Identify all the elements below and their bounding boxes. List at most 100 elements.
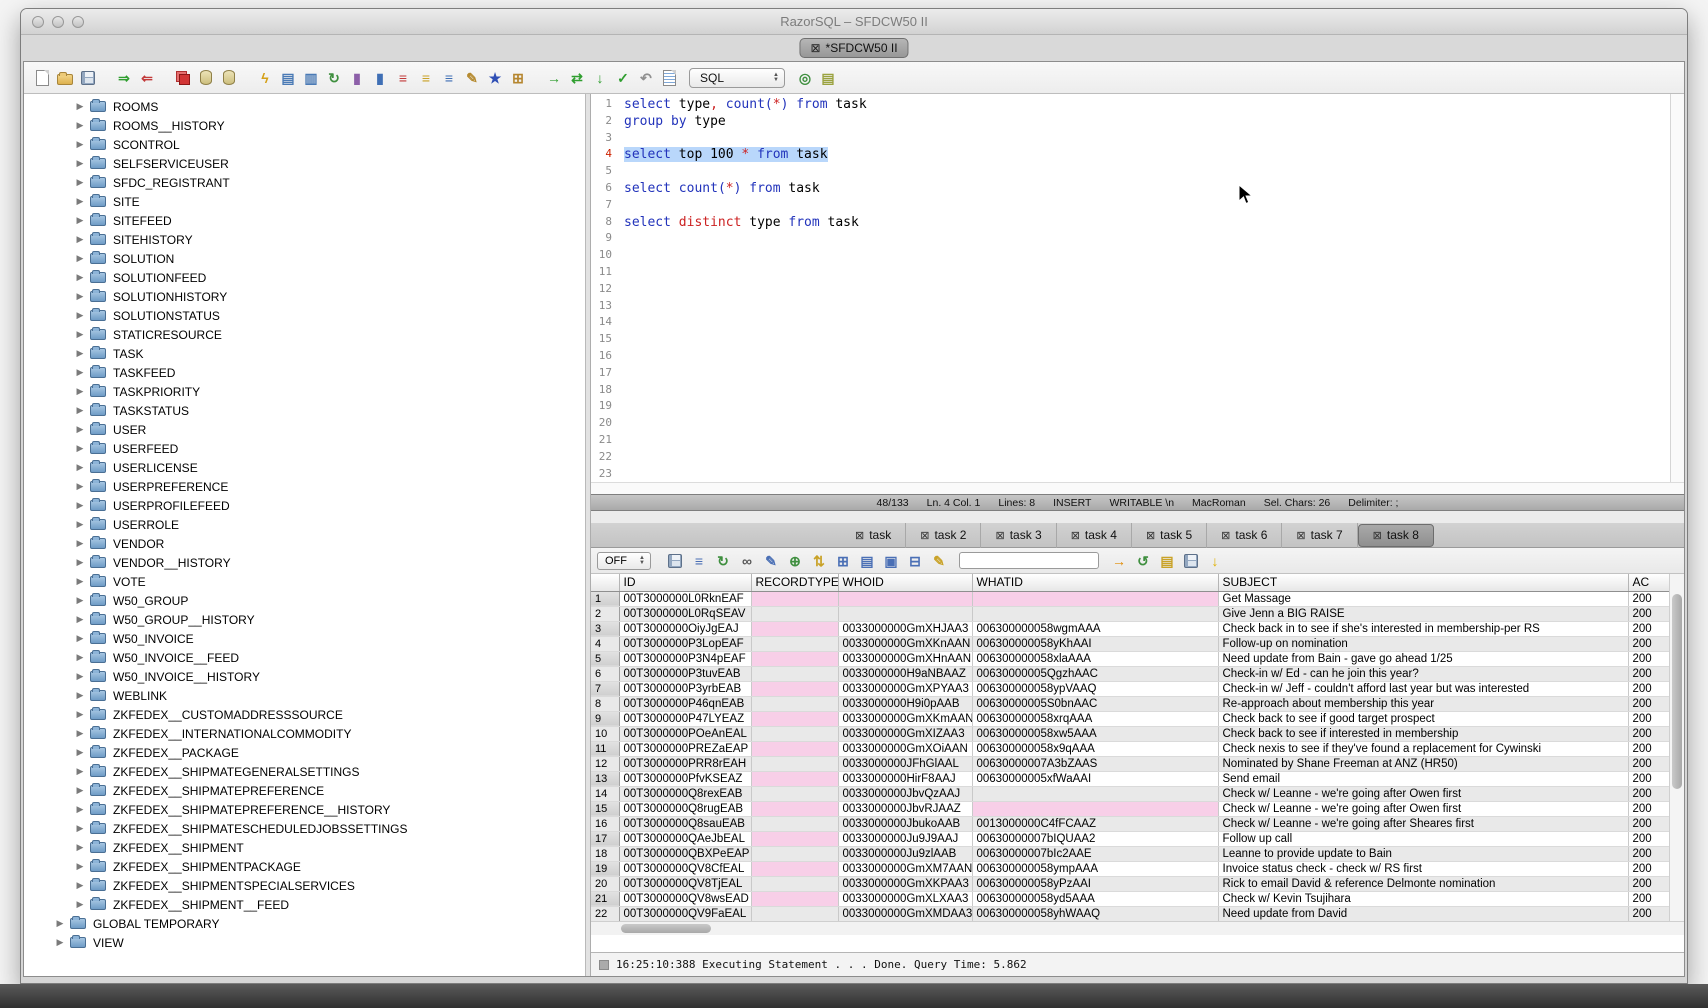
editor-line[interactable]: select distinct type from task — [624, 215, 1684, 232]
table-row[interactable]: 200T3000000L0RqSEAVGive Jenn a BIG RAISE… — [591, 606, 1672, 621]
result-tab-task[interactable]: ⊠task — [841, 523, 906, 548]
disclosure-triangle-icon[interactable]: ▶ — [74, 538, 86, 549]
cell-n[interactable]: 22 — [591, 906, 619, 921]
disclosure-triangle-icon[interactable]: ▶ — [74, 462, 86, 473]
disclosure-triangle-icon[interactable]: ▶ — [74, 576, 86, 587]
edit-cell-icon[interactable]: ✎ — [761, 551, 781, 571]
go-arrow-icon[interactable]: → — [1109, 551, 1129, 571]
cell-subject[interactable]: Follow up call — [1218, 831, 1628, 846]
cell-whatid[interactable] — [972, 801, 1218, 816]
cell-whoid[interactable]: 0033000000JFhGlAAL — [838, 756, 972, 771]
cell-whoid[interactable]: 0033000000GmXMDAA3 — [838, 906, 972, 921]
editor-line[interactable] — [624, 349, 1684, 366]
disclosure-triangle-icon[interactable]: ▶ — [74, 367, 86, 378]
tree-item-taskstatus[interactable]: ▶TASKSTATUS — [24, 401, 585, 420]
run-statement-icon[interactable]: → — [544, 68, 564, 88]
cell-subject[interactable]: Re-approach about membership this year — [1218, 696, 1628, 711]
result-tab-task-7[interactable]: ⊠task 7 — [1282, 523, 1357, 548]
cell-n[interactable]: 4 — [591, 636, 619, 651]
cell-id[interactable]: 00T3000000Q8rugEAB — [619, 801, 751, 816]
editor-line[interactable] — [624, 383, 1684, 400]
cell-id[interactable]: 00T3000000QAeJbEAL — [619, 831, 751, 846]
cell-whatid[interactable]: 00630000007bIQUAA2 — [972, 831, 1218, 846]
cell-whoid[interactable]: 0033000000Ju9zlAAB — [838, 846, 972, 861]
add-connection-icon[interactable] — [196, 68, 216, 88]
cell-whatid[interactable]: 00630000005S0bnAAC — [972, 696, 1218, 711]
tree-item-vendor[interactable]: ▶VENDOR — [24, 534, 585, 553]
disclosure-triangle-icon[interactable]: ▶ — [74, 823, 86, 834]
cell-whoid[interactable]: 0033000000HirF8AAJ — [838, 771, 972, 786]
copy-rows-icon[interactable]: ▣ — [881, 551, 901, 571]
editor-line[interactable] — [624, 265, 1684, 282]
result-tab-task-3[interactable]: ⊠task 3 — [981, 523, 1056, 548]
cell-subject[interactable]: Check nexis to see if they've found a re… — [1218, 741, 1628, 756]
table-hscrollbar[interactable] — [591, 921, 1684, 935]
cell-recordtypeid[interactable] — [751, 711, 838, 726]
column-info-icon[interactable]: ≡ — [393, 68, 413, 88]
editor-line[interactable] — [624, 315, 1684, 332]
disclosure-triangle-icon[interactable]: ▶ — [74, 158, 86, 169]
zoom-window-button[interactable] — [72, 16, 84, 28]
cell-n[interactable]: 15 — [591, 801, 619, 816]
cell-ac[interactable]: 200 — [1628, 861, 1672, 876]
disclosure-triangle-icon[interactable]: ▶ — [74, 329, 86, 340]
cell-recordtypeid[interactable] — [751, 681, 838, 696]
tree-item-vote[interactable]: ▶VOTE — [24, 572, 585, 591]
tree-item-zkfedex-internationalcommodity[interactable]: ▶ZKFEDEX__INTERNATIONALCOMMODITY — [24, 724, 585, 743]
cell-whatid[interactable]: 0013000000C4fFCAAZ — [972, 816, 1218, 831]
column-header-subject[interactable]: SUBJECT — [1218, 574, 1628, 591]
table-row[interactable]: 2000T3000000QV8TjEAL0033000000GmXKPAA300… — [591, 876, 1672, 891]
cell-whatid[interactable]: 006300000058xrqAAA — [972, 711, 1218, 726]
cell-whatid[interactable]: 006300000058xlaAAA — [972, 651, 1218, 666]
close-icon[interactable]: ⊠ — [1221, 529, 1230, 542]
cell-subject[interactable]: Nominated by Shane Freeman at ANZ (HR50) — [1218, 756, 1628, 771]
cell-whoid[interactable]: 0033000000H9aNBAAZ — [838, 666, 972, 681]
editor-line[interactable] — [624, 450, 1684, 467]
tree-item-zkfedex-shipmategeneralsettings[interactable]: ▶ZKFEDEX__SHIPMATEGENERALSETTINGS — [24, 762, 585, 781]
column-header-recordtypeid[interactable]: RECORDTYPEID — [751, 574, 838, 591]
cell-ac[interactable]: 200 — [1628, 621, 1672, 636]
editor-line[interactable] — [624, 299, 1684, 316]
close-icon[interactable]: ⊠ — [1146, 529, 1155, 542]
cell-subject[interactable]: Leanne to provide update to Bain — [1218, 846, 1628, 861]
table-row[interactable]: 2100T3000000QV8wsEAD0033000000GmXLXAA300… — [591, 891, 1672, 906]
tree-item-global-temporary[interactable]: ▶GLOBAL TEMPORARY — [24, 914, 585, 933]
cell-ac[interactable]: 200 — [1628, 726, 1672, 741]
disclosure-triangle-icon[interactable]: ▶ — [74, 614, 86, 625]
results-doc-icon[interactable] — [659, 68, 679, 88]
editor-line[interactable] — [624, 332, 1684, 349]
cell-recordtypeid[interactable] — [751, 606, 838, 621]
editor-line[interactable] — [624, 416, 1684, 433]
table-row[interactable]: 800T3000000P46qnEAB0033000000H9i0pAAB006… — [591, 696, 1672, 711]
edit-pencil-icon[interactable]: ✎ — [462, 68, 482, 88]
disclosure-triangle-icon[interactable]: ▶ — [74, 424, 86, 435]
cell-whoid[interactable]: 0033000000GmXIZAA3 — [838, 726, 972, 741]
disclosure-triangle-icon[interactable]: ▶ — [74, 671, 86, 682]
tree-item-solutionhistory[interactable]: ▶SOLUTIONHISTORY — [24, 287, 585, 306]
cell-recordtypeid[interactable] — [751, 756, 838, 771]
refresh-grid-icon[interactable]: ↺ — [1133, 551, 1153, 571]
cell-ac[interactable]: 200 — [1628, 906, 1672, 921]
minimize-window-button[interactable] — [52, 16, 64, 28]
close-icon[interactable]: ⊠ — [1373, 529, 1382, 542]
cell-n[interactable]: 14 — [591, 786, 619, 801]
disclosure-triangle-icon[interactable]: ▶ — [74, 272, 86, 283]
cell-subject[interactable]: Send email — [1218, 771, 1628, 786]
disclosure-triangle-icon[interactable]: ▶ — [74, 443, 86, 454]
run-selected-icon[interactable]: ↓ — [590, 68, 610, 88]
cell-whoid[interactable] — [838, 591, 972, 606]
tree-item-staticresource[interactable]: ▶STATICRESOURCE — [24, 325, 585, 344]
editor-line[interactable]: select type, count(*) from task — [624, 97, 1684, 114]
cell-id[interactable]: 00T3000000P3LopEAF — [619, 636, 751, 651]
disclosure-triangle-icon[interactable]: ▶ — [74, 766, 86, 777]
sort-rows-icon[interactable]: ⇅ — [809, 551, 829, 571]
cell-id[interactable]: 00T3000000P3yrbEAB — [619, 681, 751, 696]
cell-recordtypeid[interactable] — [751, 726, 838, 741]
cell-subject[interactable]: Check w/ Leanne - we're going after Owen… — [1218, 786, 1628, 801]
disconnect-db-icon[interactable]: ⇐ — [137, 68, 157, 88]
cell-recordtypeid[interactable] — [751, 801, 838, 816]
rollback-icon[interactable]: ↶ — [636, 68, 656, 88]
sql-editor[interactable]: 1234567891011121314151617181920212223 se… — [591, 94, 1684, 482]
titlebar[interactable]: RazorSQL – SFDCW50 II — [21, 9, 1687, 35]
editor-line[interactable] — [624, 433, 1684, 450]
